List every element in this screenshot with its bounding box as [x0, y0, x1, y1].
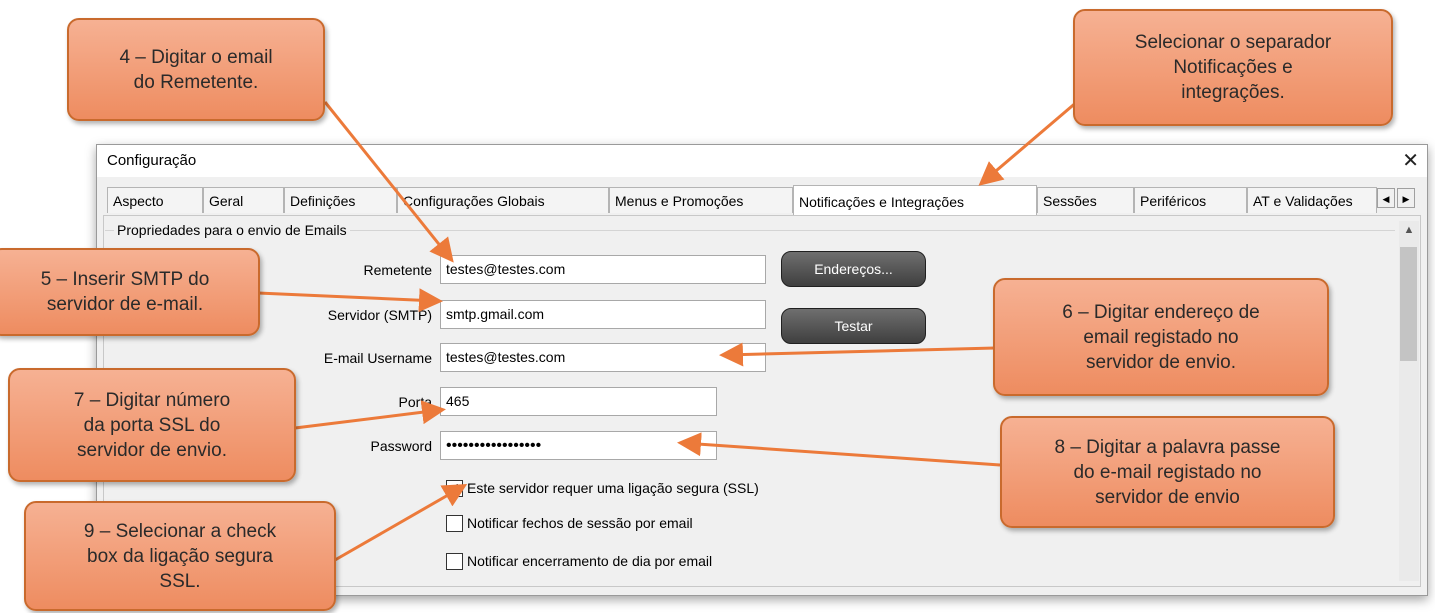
close-icon[interactable]: ✕	[1402, 148, 1419, 173]
notify-session-checkbox-label: Notificar fechos de sessão por email	[467, 515, 693, 531]
tab-strip: Aspecto Geral Definições Configurações G…	[107, 185, 1427, 215]
tab-menus-promocoes[interactable]: Menus e Promoções	[609, 187, 793, 213]
notify-session-checkbox[interactable]	[446, 515, 463, 532]
callout-step-4: 4 – Digitar o email do Remetente.	[67, 18, 325, 121]
testar-button[interactable]: Testar	[781, 308, 926, 344]
tab-perifericos[interactable]: Periféricos	[1134, 187, 1247, 213]
callout-step-8: 8 – Digitar a palavra passe do e-mail reg…	[1000, 416, 1335, 528]
tab-aspecto[interactable]: Aspecto	[107, 187, 203, 213]
chevron-up-icon[interactable]: ▲	[1399, 221, 1419, 239]
ssl-checkbox[interactable]: ✓	[446, 480, 463, 497]
chevron-left-icon[interactable]: ◀	[1377, 188, 1395, 208]
remetente-input[interactable]: testes@testes.com	[440, 255, 766, 284]
ssl-checkbox-label: Este servidor requer uma ligação segura …	[467, 480, 759, 496]
tab-notificacoes-integracoes[interactable]: Notificações e Integrações	[793, 185, 1037, 215]
servidor-label: Servidor (SMTP)	[327, 307, 432, 323]
window-title: Configuração	[107, 152, 197, 169]
servidor-input[interactable]: smtp.gmail.com	[440, 300, 766, 329]
username-input[interactable]: testes@testes.com	[440, 343, 766, 372]
password-label: Password	[370, 438, 432, 454]
callout-select-tab: Selecionar o separador Notificações e inte…	[1073, 9, 1393, 126]
tab-geral[interactable]: Geral	[203, 187, 284, 213]
vertical-scrollbar[interactable]: ▲	[1399, 221, 1419, 581]
notify-day-checkbox-label: Notificar encerramento de dia por email	[467, 553, 713, 569]
enderecos-button[interactable]: Endereços...	[781, 251, 926, 287]
callout-step-7: 7 – Digitar número da porta SSL do servido…	[8, 368, 296, 482]
password-input[interactable]: •••••••••••••••••	[440, 431, 717, 460]
callout-step-5: 5 – Inserir SMTP do servidor de e-mail.	[0, 248, 260, 336]
notify-day-checkbox[interactable]	[446, 553, 463, 570]
username-label: E-mail Username	[323, 350, 432, 366]
callout-step-9: 9 – Selecionar a check box da ligação seg…	[24, 501, 336, 611]
tab-definicoes[interactable]: Definições	[284, 187, 397, 213]
chevron-right-icon[interactable]: ▶	[1397, 188, 1415, 208]
porta-input[interactable]: 465	[440, 387, 717, 416]
tab-scroll-arrows: ◀ ▶	[1377, 188, 1417, 208]
group-title: Propriedades para o envio de Emails	[114, 222, 350, 238]
porta-label: Porta	[398, 394, 432, 410]
title-bar: Configuração ✕	[97, 145, 1427, 177]
scroll-thumb[interactable]	[1400, 247, 1417, 361]
remetente-label: Remetente	[363, 262, 432, 278]
tab-at-validacoes[interactable]: AT e Validações	[1247, 187, 1377, 213]
tab-sessoes[interactable]: Sessões	[1037, 187, 1134, 213]
callout-step-6: 6 – Digitar endereço de email registado n…	[993, 278, 1329, 396]
tab-configuracoes-globais[interactable]: Configurações Globais	[397, 187, 609, 213]
